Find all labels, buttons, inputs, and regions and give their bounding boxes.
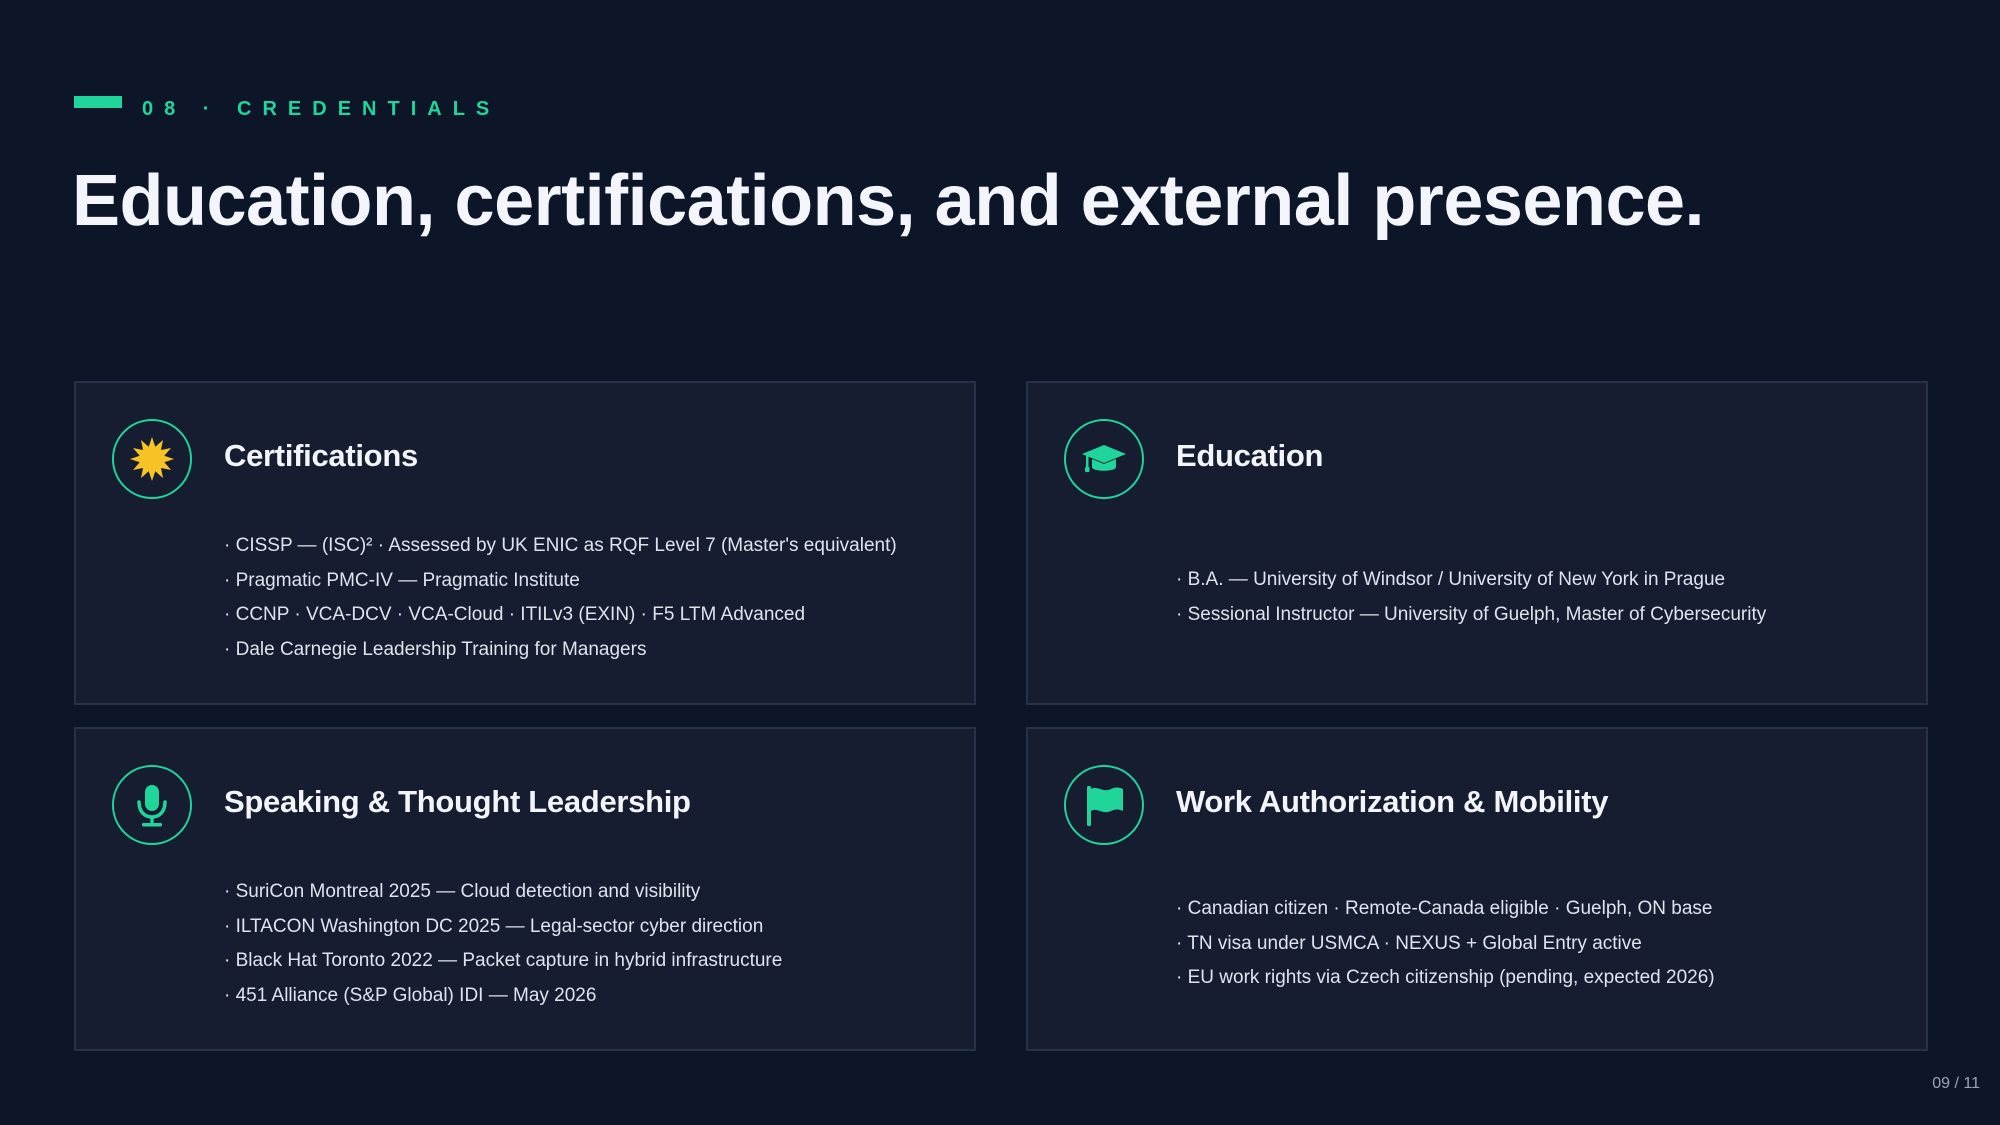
page-title: Education, certifications, and external … [72,161,1705,241]
certifications-list: · CISSP — (ISC)² · Assessed by UK ENIC a… [224,529,897,667]
card-title: Certifications [224,438,418,473]
list-item: · CCNP · VCA-DCV · VCA-Cloud · ITILv3 (E… [224,604,806,625]
kicker-accent-bar [74,95,122,108]
education-card: Education · B.A. — University of Windsor… [1026,381,1928,705]
section-kicker: 08 · CREDENTIALS [74,82,500,121]
card-title: Work Authorization & Mobility [1176,784,1609,819]
list-item: · CISSP — (ISC)² · Assessed by UK ENIC a… [224,535,897,556]
education-list: · B.A. — University of Windsor / Univers… [1176,563,1766,632]
list-item: · Black Hat Toronto 2022 — Packet captur… [224,950,783,971]
card-title: Education [1176,438,1324,473]
work-authorization-card: Work Authorization & Mobility · Canadian… [1026,727,1928,1051]
list-item: · EU work rights via Czech citizenship (… [1176,967,1715,988]
speaking-list: · SuriCon Montreal 2025 — Cloud detectio… [224,875,782,1013]
list-item: · SuriCon Montreal 2025 — Cloud detectio… [224,881,701,902]
speaking-card: Speaking & Thought Leadership · SuriCon … [74,727,976,1051]
graduation-cap-icon [1064,419,1144,499]
list-item: · 451 Alliance (S&P Global) IDI — May 20… [224,984,597,1006]
page-number: 09 / 11 [1932,1075,1980,1092]
work-authorization-list: · Canadian citizen · Remote-Canada eligi… [1176,892,1715,996]
list-item: · Dale Carnegie Leadership Training for … [224,638,647,660]
list-item: · Sessional Instructor — University of G… [1176,603,1767,625]
badge-icon [112,419,192,499]
kicker-label: 08 · CREDENTIALS [142,98,501,120]
card-title: Speaking & Thought Leadership [224,784,691,819]
list-item: · TN visa under USMCA · NEXUS + Global E… [1176,932,1642,954]
flag-icon [1064,765,1144,845]
certifications-card: Certifications · CISSP — (ISC)² · Assess… [74,381,976,705]
list-item: · Pragmatic PMC-IV — Pragmatic Institute [224,569,580,591]
microphone-icon [112,765,192,845]
list-item: · ILTACON Washington DC 2025 — Legal-sec… [224,915,764,937]
list-item: · B.A. — University of Windsor / Univers… [1176,569,1726,590]
list-item: · Canadian citizen · Remote-Canada eligi… [1176,898,1713,919]
